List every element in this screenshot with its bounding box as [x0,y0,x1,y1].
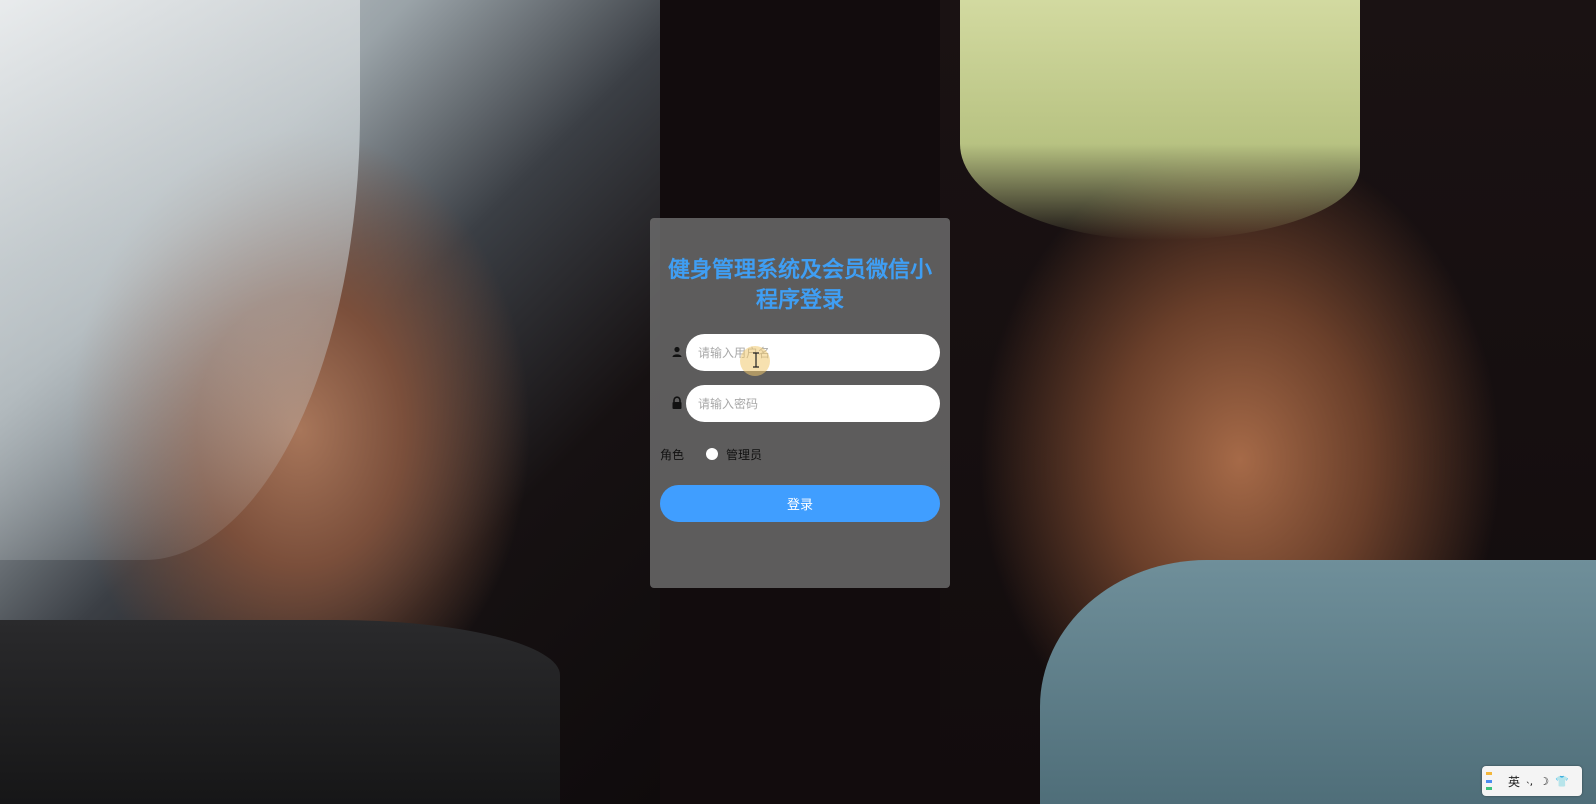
lock-icon [672,396,682,409]
username-field-row [660,334,940,371]
role-selector: 角色 管理员 [660,444,940,464]
password-field-row [660,385,940,422]
role-option-label: 管理员 [726,447,763,462]
login-title: 健身管理系统及会员微信小程序登录 [667,258,932,313]
login-page: 健身管理系统及会员微信小程序登录 角色 管理员 登录 [0,0,1596,804]
username-input[interactable] [686,334,940,371]
shirt-icon[interactable]: 👕 [1555,775,1569,788]
ime-language[interactable]: 英 [1508,773,1520,790]
role-radio-admin[interactable]: 管理员 [706,444,762,464]
text-cursor-icon [753,352,759,368]
radio-circle-icon[interactable] [706,448,718,460]
background-top-right [960,0,1360,240]
password-input[interactable] [686,385,940,422]
user-icon [672,346,682,357]
ime-indicator[interactable]: 英 ˴, ☽ 👕 [1482,766,1582,796]
role-label: 角色 [660,448,685,462]
ime-logo-icon [1486,772,1492,790]
login-button[interactable]: 登录 [660,485,940,522]
login-form: 健身管理系统及会员微信小程序登录 角色 管理员 登录 [650,218,950,588]
background-jeans-left [0,620,560,804]
moon-icon[interactable]: ☽ [1539,775,1549,788]
punctuation-icon[interactable]: ˴, [1526,775,1533,788]
